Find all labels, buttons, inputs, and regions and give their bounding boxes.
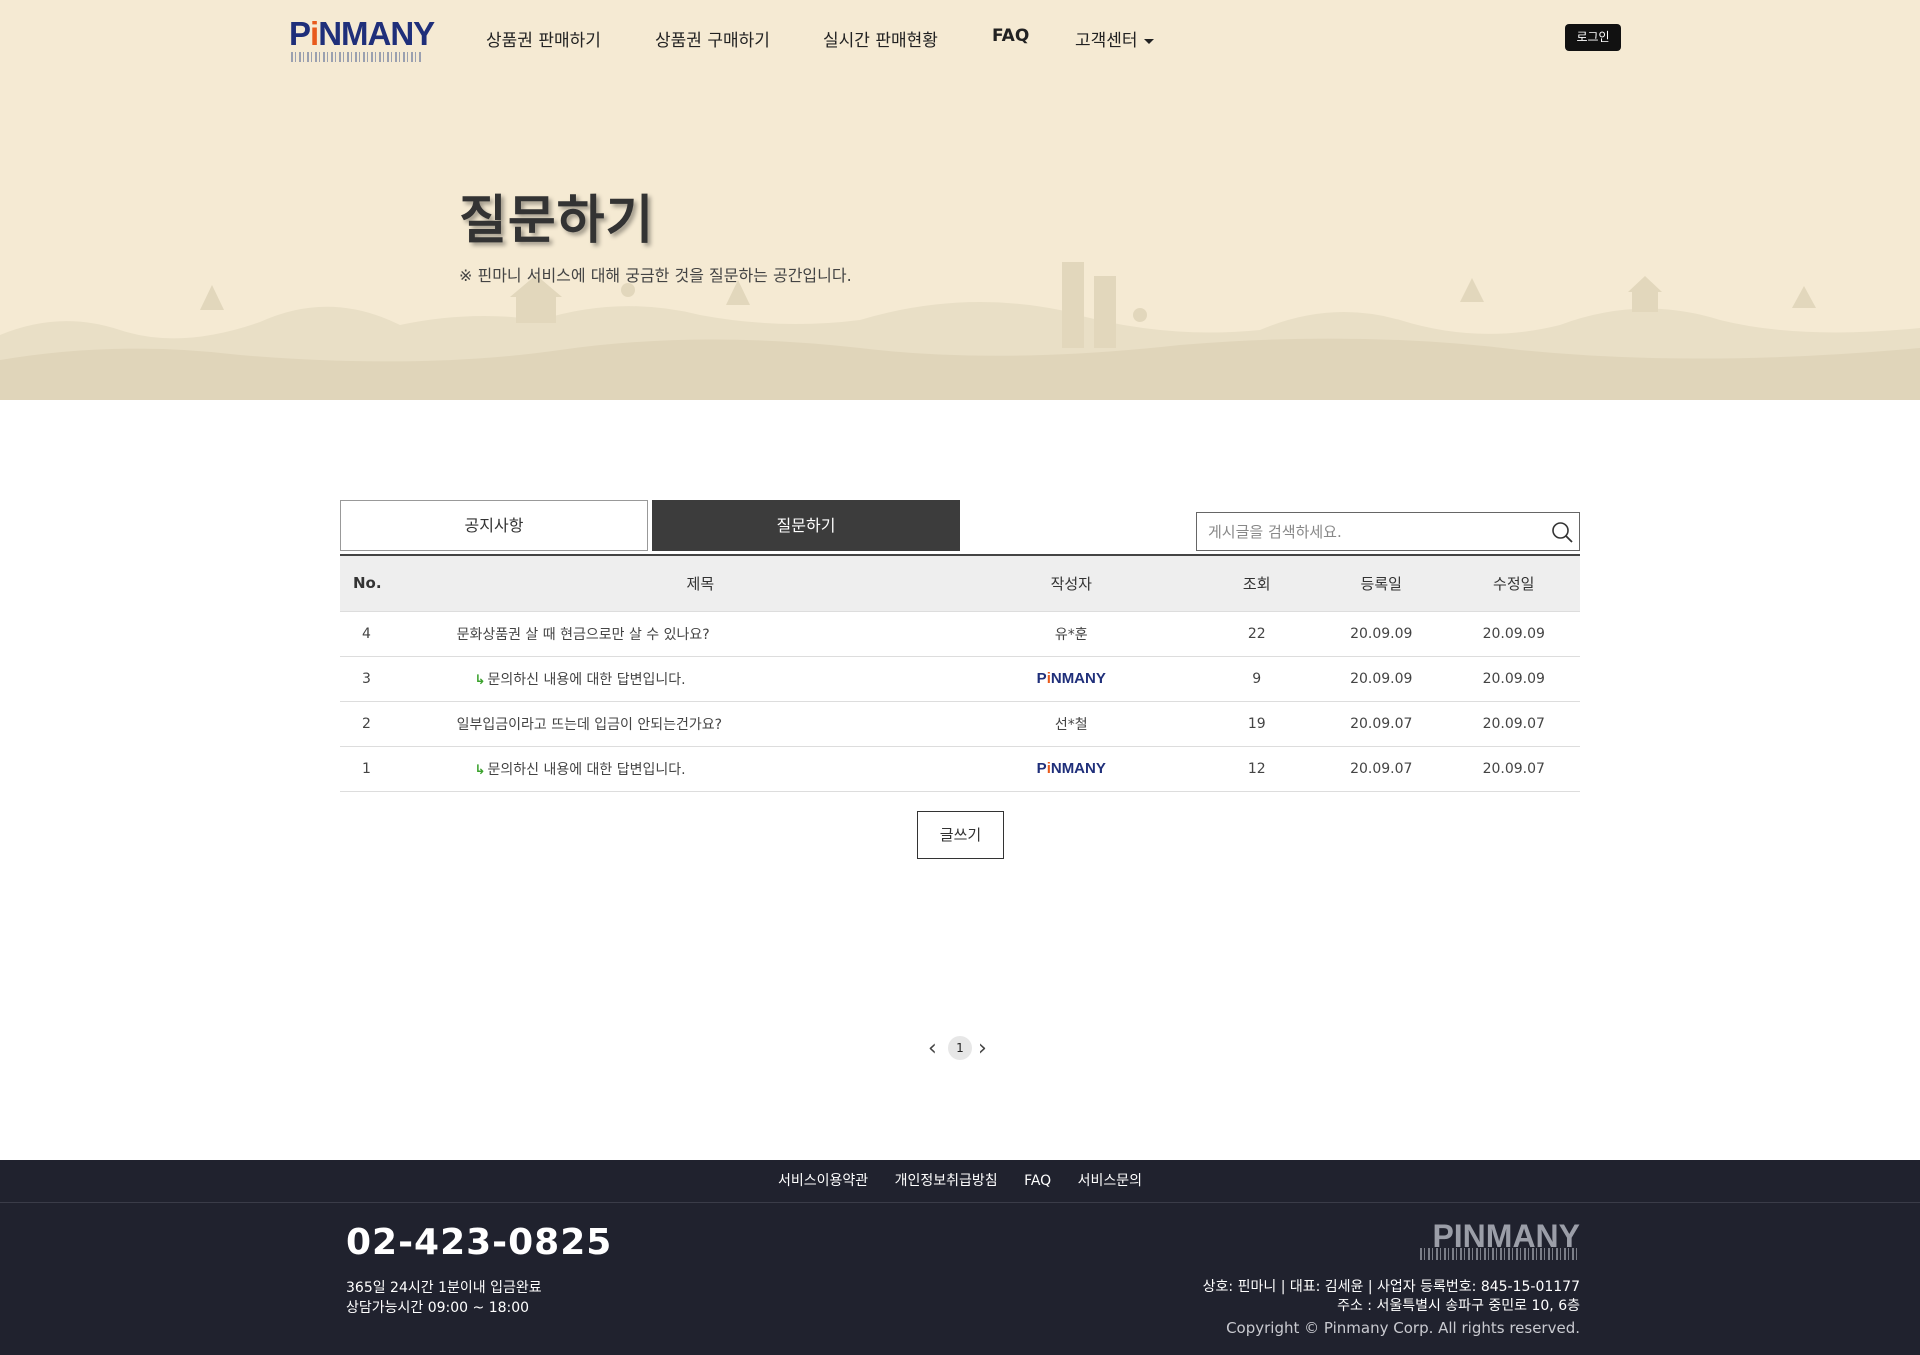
- nav-customer-center-label: 고객센터: [1075, 31, 1138, 51]
- footer-business-info: 상호: 핀마니 | 대표: 김세윤 | 사업자 등록번호: 845-15-011…: [1202, 1279, 1580, 1295]
- footer-logo-barcode: [1420, 1248, 1580, 1260]
- tab-qna[interactable]: 질문하기: [652, 500, 960, 551]
- row-created: 20.09.07: [1350, 760, 1413, 777]
- row-modified: 20.09.07: [1482, 760, 1545, 777]
- table-row[interactable]: 4 문화상품권 살 때 현금으로만 살 수 있나요? 유*훈 22 20.09.…: [340, 611, 1580, 656]
- row-title-link[interactable]: ↳ 문의하신 내용에 대한 답변입니다.: [457, 746, 945, 791]
- chevron-right-icon[interactable]: ›: [978, 1038, 987, 1060]
- row-title-link[interactable]: 문화상품권 살 때 현금으로만 살 수 있나요?: [457, 611, 945, 656]
- page-subtitle: ※ 핀마니 서비스에 대해 궁금한 것을 질문하는 공간입니다.: [459, 266, 852, 285]
- footer-hours-line1: 365일 24시간 1분이내 입금완료: [346, 1280, 542, 1296]
- qna-board-table: No. 제목 작성자 조회 등록일 수정일 4 문화상품권 살 때 현금으로만 …: [340, 554, 1580, 792]
- row-author: PiNMANY: [944, 656, 1198, 701]
- footer-links: 서비스이용약관 개인정보취급방침 FAQ 서비스문의: [0, 1160, 1920, 1203]
- header-title: 제목: [686, 574, 715, 593]
- row-title-link[interactable]: ↳ 문의하신 내용에 대한 답변입니다.: [457, 656, 945, 701]
- header-modified: 수정일: [1493, 574, 1535, 593]
- pinmany-logo[interactable]: PiNMANY: [289, 16, 435, 62]
- row-views: 19: [1247, 715, 1266, 732]
- row-modified: 20.09.09: [1482, 670, 1545, 687]
- header-author: 작성자: [1050, 574, 1092, 593]
- top-navigation-bar: PiNMANY 상품권 판매하기 상품권 구매하기 실시간 판매현황 FAQ 고…: [0, 0, 1920, 76]
- logo-wordmark: PiNMANY: [289, 15, 435, 52]
- row-author: PiNMANY: [944, 746, 1198, 791]
- table-row[interactable]: 1 ↳ 문의하신 내용에 대한 답변입니다. PiNMANY 12 20.09.0…: [340, 746, 1580, 791]
- footer-link-terms[interactable]: 서비스이용약관: [778, 1173, 868, 1189]
- footer-link-privacy[interactable]: 개인정보취급방침: [895, 1173, 998, 1189]
- table-row[interactable]: 3 ↳ 문의하신 내용에 대한 답변입니다. PiNMANY 9 20.09.09…: [340, 656, 1580, 701]
- footer-logo: PINMANY: [1418, 1220, 1580, 1260]
- row-number: 1: [362, 760, 371, 777]
- tab-notice[interactable]: 공지사항: [340, 500, 648, 551]
- footer-hours-line2: 상담가능시간 09:00 ~ 18:00: [346, 1300, 530, 1316]
- chevron-left-icon[interactable]: ‹: [928, 1038, 937, 1060]
- row-title-text: 문의하신 내용에 대한 답변입니다.: [487, 761, 686, 778]
- reply-arrow-icon: ↳: [474, 672, 486, 688]
- table-row[interactable]: 2 일부입금이라고 뜨는데 입금이 안되는건가요? 선*철 19 20.09.0…: [340, 701, 1580, 746]
- write-button[interactable]: 글쓰기: [917, 811, 1004, 859]
- row-author: 선*철: [1054, 716, 1088, 733]
- row-views: 9: [1252, 670, 1262, 687]
- page-number-current[interactable]: 1: [948, 1036, 972, 1060]
- footer-address: 주소 : 서울특별시 송파구 중민로 10, 6층: [1337, 1298, 1580, 1314]
- caret-down-icon: [1143, 38, 1154, 44]
- row-modified: 20.09.07: [1482, 715, 1545, 732]
- row-views: 22: [1247, 625, 1266, 642]
- nav-sell-giftcard[interactable]: 상품권 판매하기: [486, 26, 601, 51]
- nav-realtime-sales[interactable]: 실시간 판매현황: [823, 26, 938, 51]
- footer-link-inquiry[interactable]: 서비스문의: [1078, 1173, 1142, 1189]
- nav-buy-giftcard[interactable]: 상품권 구매하기: [655, 26, 770, 51]
- row-title-text: 문의하신 내용에 대한 답변입니다.: [487, 671, 686, 688]
- pinmany-author-logo: PiNMANY: [1036, 670, 1106, 687]
- row-title-link[interactable]: 일부입금이라고 뜨는데 입금이 안되는건가요?: [457, 701, 945, 746]
- hero-banner: PiNMANY 상품권 판매하기 상품권 구매하기 실시간 판매현황 FAQ 고…: [0, 0, 1920, 400]
- nav-faq[interactable]: FAQ: [992, 26, 1029, 46]
- row-created: 20.09.09: [1350, 670, 1413, 687]
- row-number: 3: [362, 670, 371, 687]
- row-title-text: 문화상품권 살 때 현금으로만 살 수 있나요?: [456, 626, 710, 643]
- row-modified: 20.09.09: [1482, 625, 1545, 642]
- row-number: 2: [362, 715, 371, 732]
- table-header-row: No. 제목 작성자 조회 등록일 수정일: [340, 555, 1580, 611]
- header-created: 등록일: [1360, 574, 1402, 593]
- row-created: 20.09.09: [1350, 625, 1413, 642]
- header-views: 조회: [1242, 574, 1271, 593]
- logo-barcode-graphic: [291, 52, 421, 62]
- login-button[interactable]: 로그인: [1565, 24, 1621, 51]
- pinmany-author-logo: PiNMANY: [1036, 760, 1106, 777]
- footer-link-faq[interactable]: FAQ: [1024, 1173, 1051, 1189]
- search-icon[interactable]: [1551, 521, 1573, 543]
- row-number: 4: [362, 625, 371, 642]
- landscape-illustration: [0, 262, 1920, 400]
- footer-copyright: Copyright © Pinmany Corp. All rights res…: [1226, 1319, 1580, 1337]
- row-views: 12: [1247, 760, 1266, 777]
- search-input[interactable]: [1197, 513, 1527, 550]
- nav-customer-center[interactable]: 고객센터: [1075, 26, 1154, 51]
- header-no: No.: [353, 574, 382, 593]
- search-box: [1196, 512, 1580, 551]
- row-author: 유*훈: [1054, 626, 1088, 643]
- row-created: 20.09.07: [1350, 715, 1413, 732]
- page-title: 질문하기: [459, 191, 655, 251]
- reply-arrow-icon: ↳: [474, 762, 486, 778]
- footer-phone: 02-423-0825: [346, 1222, 613, 1263]
- row-title-text: 일부입금이라고 뜨는데 입금이 안되는건가요?: [456, 716, 723, 733]
- site-footer: 서비스이용약관 개인정보취급방침 FAQ 서비스문의 02-423-0825 3…: [0, 1160, 1920, 1355]
